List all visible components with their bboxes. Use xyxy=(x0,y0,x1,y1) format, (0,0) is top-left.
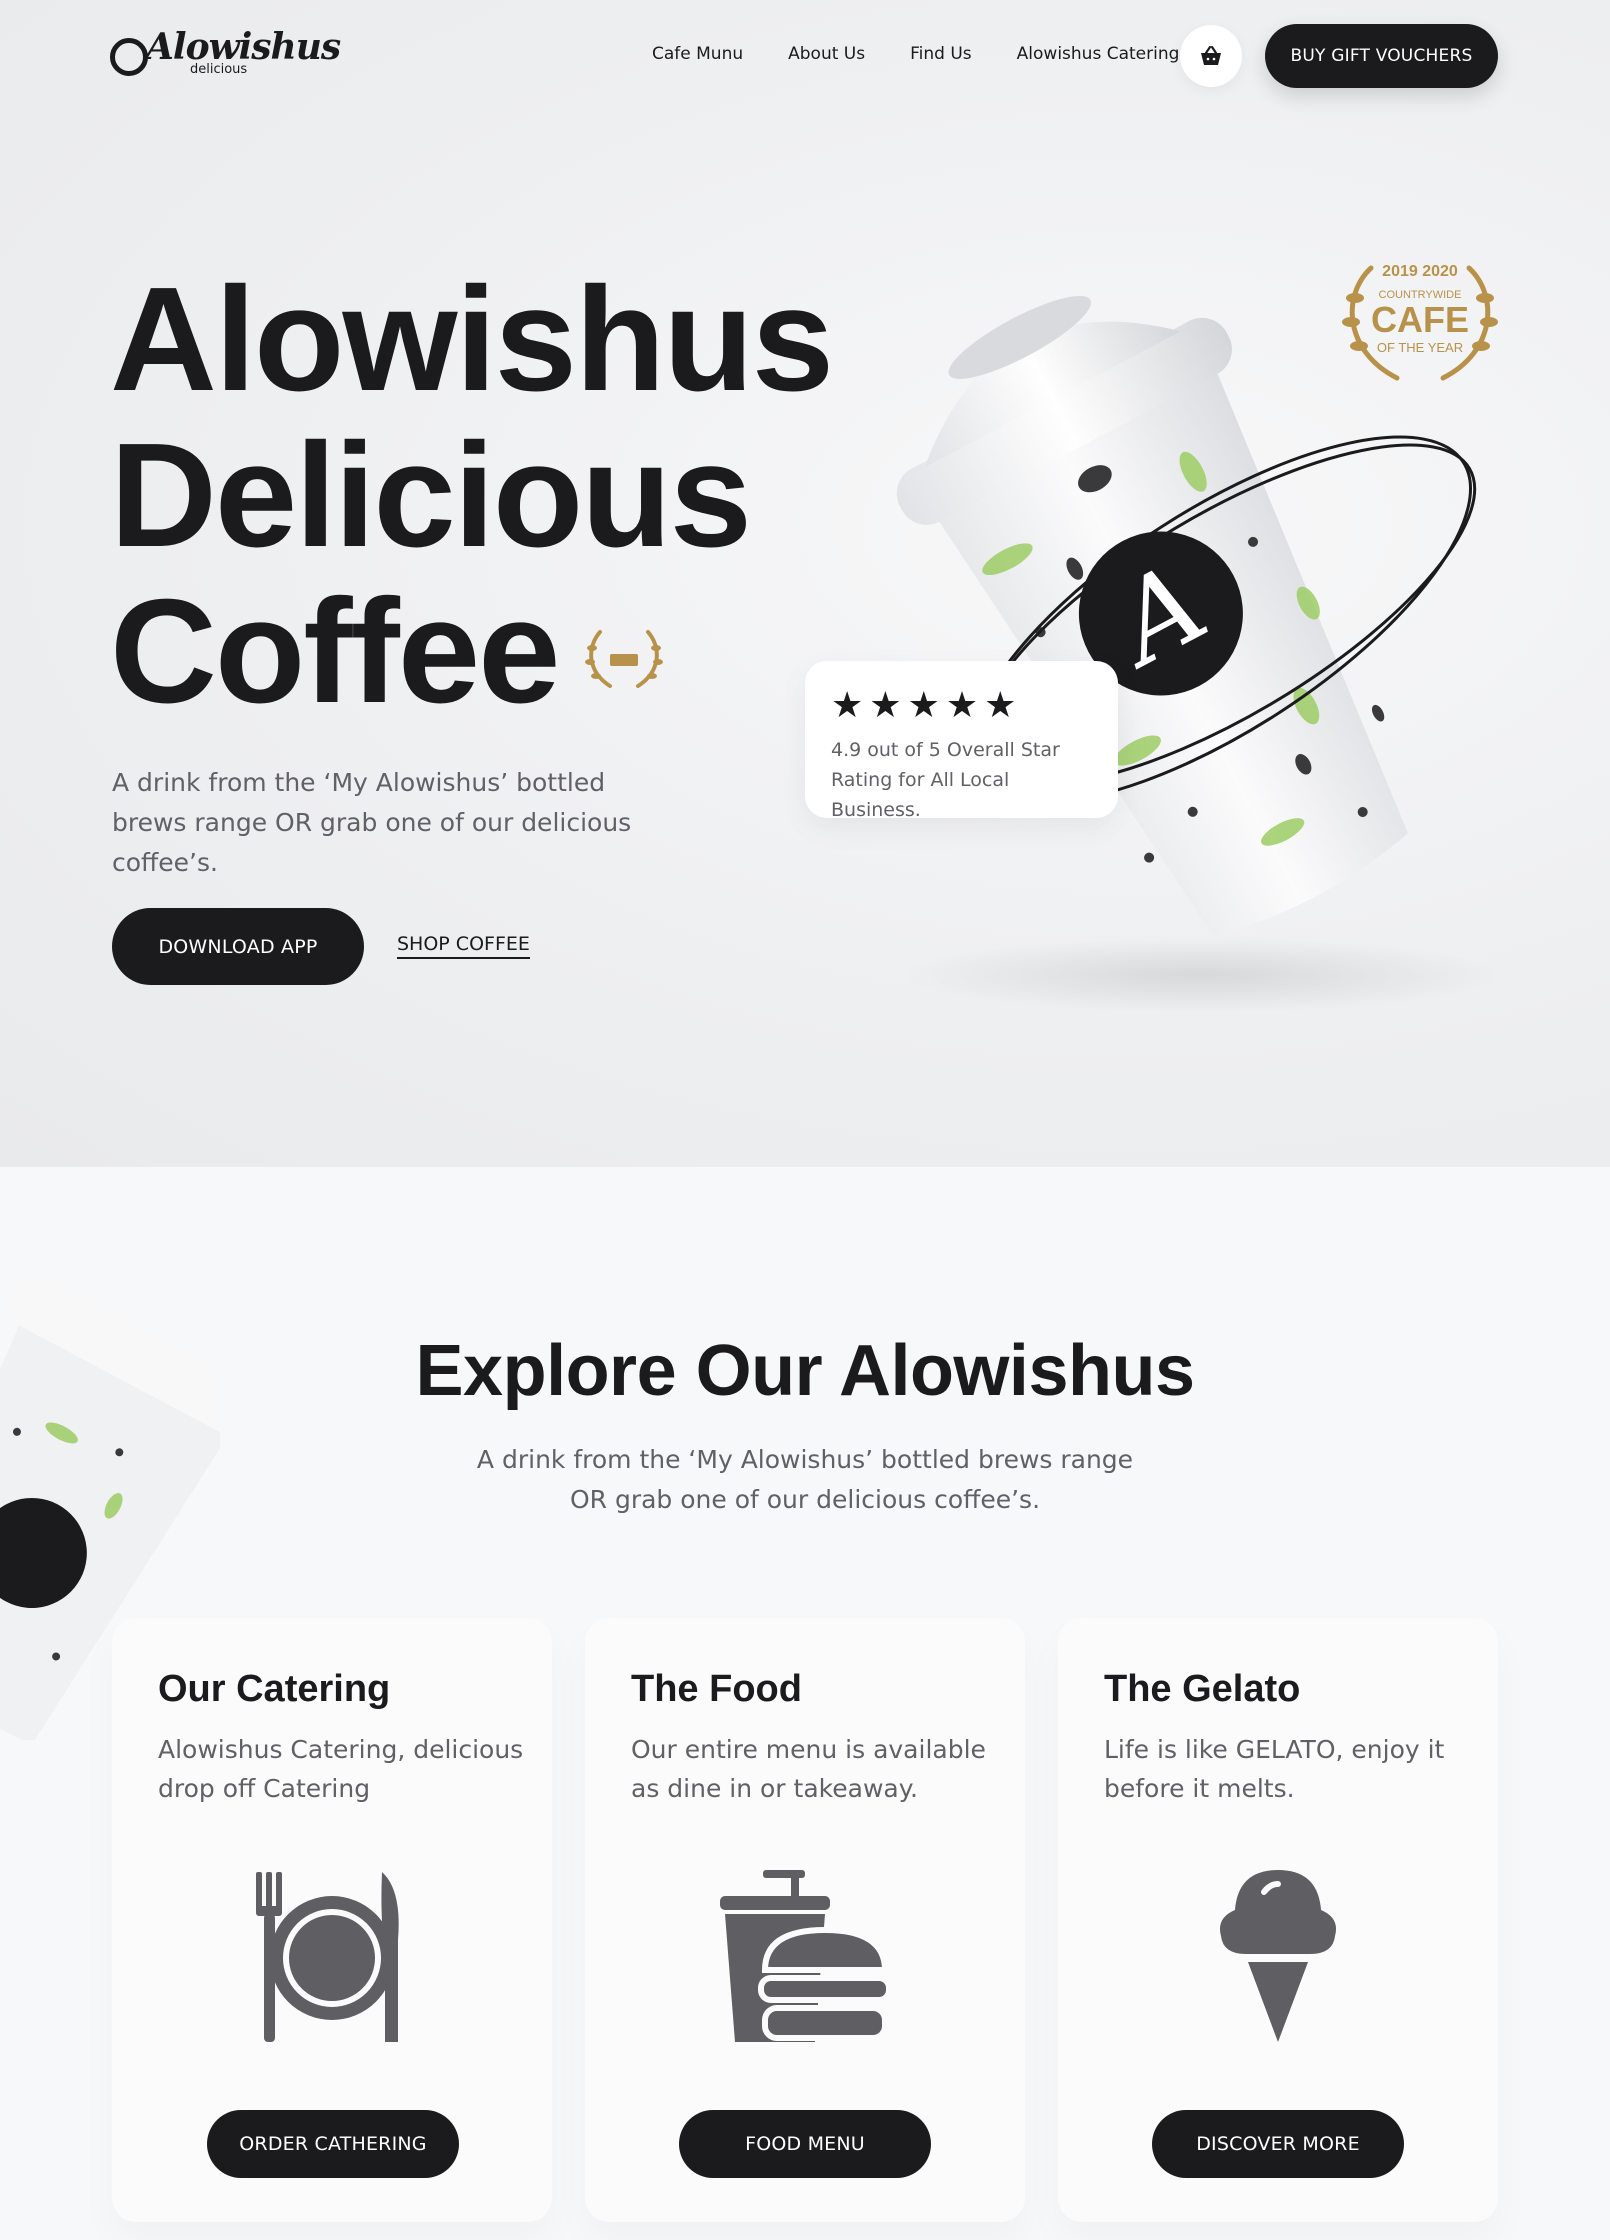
order-catering-button[interactable]: ORDER CATHERING xyxy=(207,2110,459,2178)
nav-link-about-us[interactable]: About Us xyxy=(788,44,865,68)
card-title: The Food xyxy=(631,1668,802,1710)
ice-cream-icon xyxy=(1219,1870,1337,2042)
nav-links: Cafe Munu About Us Find Us Alowishus Cat… xyxy=(652,44,1224,68)
star-icon: ★ xyxy=(869,685,902,726)
award-years: 2019 2020 xyxy=(1382,263,1458,280)
rating-card: ★ ★ ★ ★ ★ 4.9 out of 5 Overall Star Rati… xyxy=(805,661,1118,821)
shop-coffee-link[interactable]: SHOP COFFEE xyxy=(397,933,530,959)
download-app-button[interactable]: DOWNLOAD APP xyxy=(112,908,364,985)
card-food: The Food Our entire menu is available as… xyxy=(585,1618,1025,2222)
card-title: The Gelato xyxy=(1104,1668,1301,1710)
star-icon: ★ xyxy=(945,685,979,726)
card-gelato: The Gelato Life is like GELATO, enjoy it… xyxy=(1058,1618,1498,2222)
basket-icon xyxy=(1201,45,1221,65)
logo-subtext: delicious xyxy=(190,62,248,77)
rating-stars: ★ ★ ★ ★ ★ xyxy=(831,687,1092,725)
cart-button[interactable] xyxy=(1180,25,1242,87)
top-nav: Alowishus delicious Cafe Munu About Us F… xyxy=(0,0,1610,110)
nav-link-cafe-menu[interactable]: Cafe Munu xyxy=(652,44,743,68)
card-title: Our Catering xyxy=(158,1668,391,1710)
drink-burger-icon xyxy=(720,1870,892,2042)
explore-subtitle: A drink from the ‘My Alowishus’ bottled … xyxy=(476,1445,1134,1514)
explore-title: Explore Our Alowishus xyxy=(415,1331,1195,1411)
brand-logo[interactable]: Alowishus delicious xyxy=(110,26,341,88)
plate-cutlery-icon xyxy=(256,1872,399,2042)
food-menu-button[interactable]: FOOD MENU xyxy=(679,2110,931,2178)
award-tag: OF THE YEAR xyxy=(1377,340,1463,355)
hero-title-line-3: Coffee xyxy=(110,569,560,734)
cafe-of-the-year-award-icon: 2019 2020 COUNTRYWIDE CAFE OF THE YEAR xyxy=(1342,263,1498,381)
rating-text: 4.9 out of 5 Overall Star Rating for All… xyxy=(831,739,1060,821)
hero-title-line-1: Alowishus xyxy=(110,257,834,422)
nav-link-catering[interactable]: Alowishus Catering xyxy=(1017,44,1180,68)
star-icon: ★ xyxy=(831,685,864,726)
logo-mark-icon xyxy=(110,38,148,76)
card-description: Alowishus Catering, delicious drop off C… xyxy=(158,1735,524,1803)
mini-award-laurel-icon xyxy=(585,630,663,688)
hero-subtitle: A drink from the ‘My Alowishus’ bottled … xyxy=(112,768,632,877)
award-big: CAFE xyxy=(1371,299,1469,340)
hero-title-line-2: Delicious xyxy=(110,413,752,578)
discover-more-button[interactable]: DISCOVER MORE xyxy=(1152,2110,1404,2178)
card-catering: Our Catering Alowishus Catering, delicio… xyxy=(112,1618,552,2222)
buy-gift-vouchers-button[interactable]: BUY GIFT VOUCHERS xyxy=(1265,24,1498,88)
star-icon: ★ xyxy=(907,685,940,726)
star-icon: ★ xyxy=(984,685,1017,726)
nav-link-find-us[interactable]: Find Us xyxy=(910,44,972,68)
card-description: Life is like GELATO, enjoy it before it … xyxy=(1104,1735,1445,1803)
card-description: Our entire menu is available as dine in … xyxy=(631,1735,986,1803)
hero-title: Alowishus Delicious Coffee xyxy=(110,257,834,734)
